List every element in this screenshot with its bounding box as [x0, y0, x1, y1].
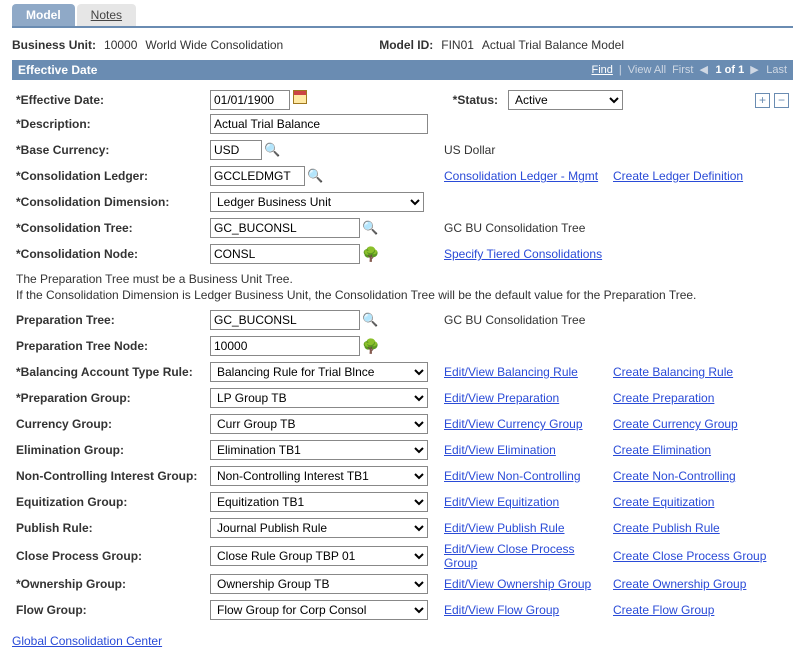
preparation-tree-node-label: Preparation Tree Node:: [16, 339, 206, 353]
pager-text: 1 of 1: [715, 64, 744, 76]
edit-publish-rule-link[interactable]: Edit/View Publish Rule: [444, 521, 565, 535]
consolidation-tree-label: *Consolidation Tree:: [16, 221, 206, 235]
model-id-value: FIN01: [441, 38, 474, 52]
currency-group-select[interactable]: Curr Group TB: [210, 414, 428, 434]
publish-rule-label: Publish Rule:: [16, 521, 206, 535]
create-flow-group-link[interactable]: Create Flow Group: [613, 603, 714, 617]
create-equitization-link[interactable]: Create Equitization: [613, 495, 714, 509]
elimination-group-label: Elimination Group:: [16, 443, 206, 457]
note-line-1: The Preparation Tree must be a Business …: [16, 272, 789, 286]
edit-ownership-group-link[interactable]: Edit/View Ownership Group: [444, 577, 591, 591]
create-publish-rule-link[interactable]: Create Publish Rule: [613, 521, 720, 535]
base-currency-input[interactable]: [210, 140, 262, 160]
edit-flow-group-link[interactable]: Edit/View Flow Group: [444, 603, 559, 617]
lookup-icon[interactable]: 🔍: [362, 312, 378, 328]
preparation-tree-label: Preparation Tree:: [16, 313, 206, 327]
edit-preparation-link[interactable]: Edit/View Preparation: [444, 391, 559, 405]
close-process-group-label: Close Process Group:: [16, 549, 206, 563]
preparation-tree-input[interactable]: [210, 310, 360, 330]
add-row-button[interactable]: +: [755, 93, 770, 108]
tab-notes[interactable]: Notes: [77, 4, 136, 26]
edit-balancing-rule-link[interactable]: Edit/View Balancing Rule: [444, 365, 578, 379]
create-close-process-link[interactable]: Create Close Process Group: [613, 549, 766, 563]
nci-group-select[interactable]: Non-Controlling Interest TB1: [210, 466, 428, 486]
model-desc: Actual Trial Balance Model: [482, 38, 624, 52]
tree-icon[interactable]: 🌳: [362, 338, 379, 355]
create-balancing-rule-link[interactable]: Create Balancing Rule: [613, 365, 733, 379]
business-unit-desc: World Wide Consolidation: [145, 38, 283, 52]
tab-model[interactable]: Model: [12, 4, 75, 26]
business-unit-label: Business Unit:: [12, 38, 96, 52]
lookup-icon[interactable]: 🔍: [264, 142, 280, 158]
tiered-consolidations-link[interactable]: Specify Tiered Consolidations: [444, 247, 602, 261]
edit-close-process-link[interactable]: Edit/View Close Process Group: [444, 542, 575, 570]
model-id-label: Model ID:: [379, 38, 433, 52]
flow-group-label: Flow Group:: [16, 603, 206, 617]
description-input[interactable]: [210, 114, 428, 134]
preparation-tree-desc: GC BU Consolidation Tree: [444, 313, 609, 327]
equitization-group-label: Equitization Group:: [16, 495, 206, 509]
tab-strip: Model Notes: [12, 4, 793, 28]
edit-nci-link[interactable]: Edit/View Non-Controlling: [444, 469, 581, 483]
create-elimination-link[interactable]: Create Elimination: [613, 443, 711, 457]
edit-equitization-link[interactable]: Edit/View Equitization: [444, 495, 559, 509]
effective-date-input[interactable]: [210, 90, 290, 110]
calendar-icon[interactable]: [293, 90, 307, 104]
status-label: *Status:: [429, 93, 504, 107]
nci-group-label: Non-Controlling Interest Group:: [16, 469, 206, 483]
base-currency-desc: US Dollar: [444, 143, 609, 157]
next-icon[interactable]: ▶: [750, 65, 760, 75]
tree-icon[interactable]: 🌳: [362, 246, 379, 263]
ownership-group-select[interactable]: Ownership Group TB: [210, 574, 428, 594]
preparation-group-select[interactable]: LP Group TB: [210, 388, 428, 408]
consolidation-tree-input[interactable]: [210, 218, 360, 238]
create-nci-link[interactable]: Create Non-Controlling: [613, 469, 736, 483]
equitization-group-select[interactable]: Equitization TB1: [210, 492, 428, 512]
consolidation-node-label: *Consolidation Node:: [16, 247, 206, 261]
consolidation-dimension-select[interactable]: Ledger Business Unit: [210, 192, 424, 212]
close-process-group-select[interactable]: Close Rule Group TBP 01: [210, 546, 428, 566]
global-consolidation-center-link[interactable]: Global Consolidation Center: [12, 634, 162, 648]
prev-icon[interactable]: ◀: [699, 65, 709, 75]
edit-currency-group-link[interactable]: Edit/View Currency Group: [444, 417, 583, 431]
business-unit-value: 10000: [104, 38, 137, 52]
create-ownership-group-link[interactable]: Create Ownership Group: [613, 577, 746, 591]
view-all: View All: [628, 64, 666, 76]
note-line-2: If the Consolidation Dimension is Ledger…: [16, 288, 789, 302]
first-link: First: [672, 64, 693, 76]
consolidation-node-input[interactable]: [210, 244, 360, 264]
create-currency-group-link[interactable]: Create Currency Group: [613, 417, 738, 431]
header-row: Business Unit: 10000 World Wide Consolid…: [12, 38, 793, 52]
delete-row-button[interactable]: −: [774, 93, 789, 108]
description-label: *Description:: [16, 117, 206, 131]
elimination-group-select[interactable]: Elimination TB1: [210, 440, 428, 460]
section-header: Effective Date Find | View All First ◀ 1…: [12, 60, 793, 80]
effective-date-label: *Effective Date:: [16, 93, 206, 107]
consolidation-ledger-input[interactable]: [210, 166, 305, 186]
consolidation-dimension-label: *Consolidation Dimension:: [16, 195, 206, 209]
consolidation-ledger-link[interactable]: Consolidation Ledger - Mgmt: [444, 169, 598, 183]
edit-elimination-link[interactable]: Edit/View Elimination: [444, 443, 556, 457]
find-link[interactable]: Find: [591, 64, 612, 76]
balancing-rule-select[interactable]: Balancing Rule for Trial Blnce: [210, 362, 428, 382]
consolidation-ledger-label: *Consolidation Ledger:: [16, 169, 206, 183]
consolidation-tree-desc: GC BU Consolidation Tree: [444, 221, 609, 235]
publish-rule-select[interactable]: Journal Publish Rule: [210, 518, 428, 538]
preparation-group-label: *Preparation Group:: [16, 391, 206, 405]
create-preparation-link[interactable]: Create Preparation: [613, 391, 714, 405]
create-ledger-link[interactable]: Create Ledger Definition: [613, 169, 743, 183]
flow-group-select[interactable]: Flow Group for Corp Consol: [210, 600, 428, 620]
lookup-icon[interactable]: 🔍: [307, 168, 323, 184]
preparation-tree-node-input[interactable]: [210, 336, 360, 356]
ownership-group-label: *Ownership Group:: [16, 577, 206, 591]
currency-group-label: Currency Group:: [16, 417, 206, 431]
lookup-icon[interactable]: 🔍: [362, 220, 378, 236]
balancing-rule-label: *Balancing Account Type Rule:: [16, 365, 206, 379]
status-select[interactable]: Active: [508, 90, 623, 110]
section-title: Effective Date: [18, 63, 97, 77]
last-link: Last: [766, 64, 787, 76]
base-currency-label: *Base Currency:: [16, 143, 206, 157]
